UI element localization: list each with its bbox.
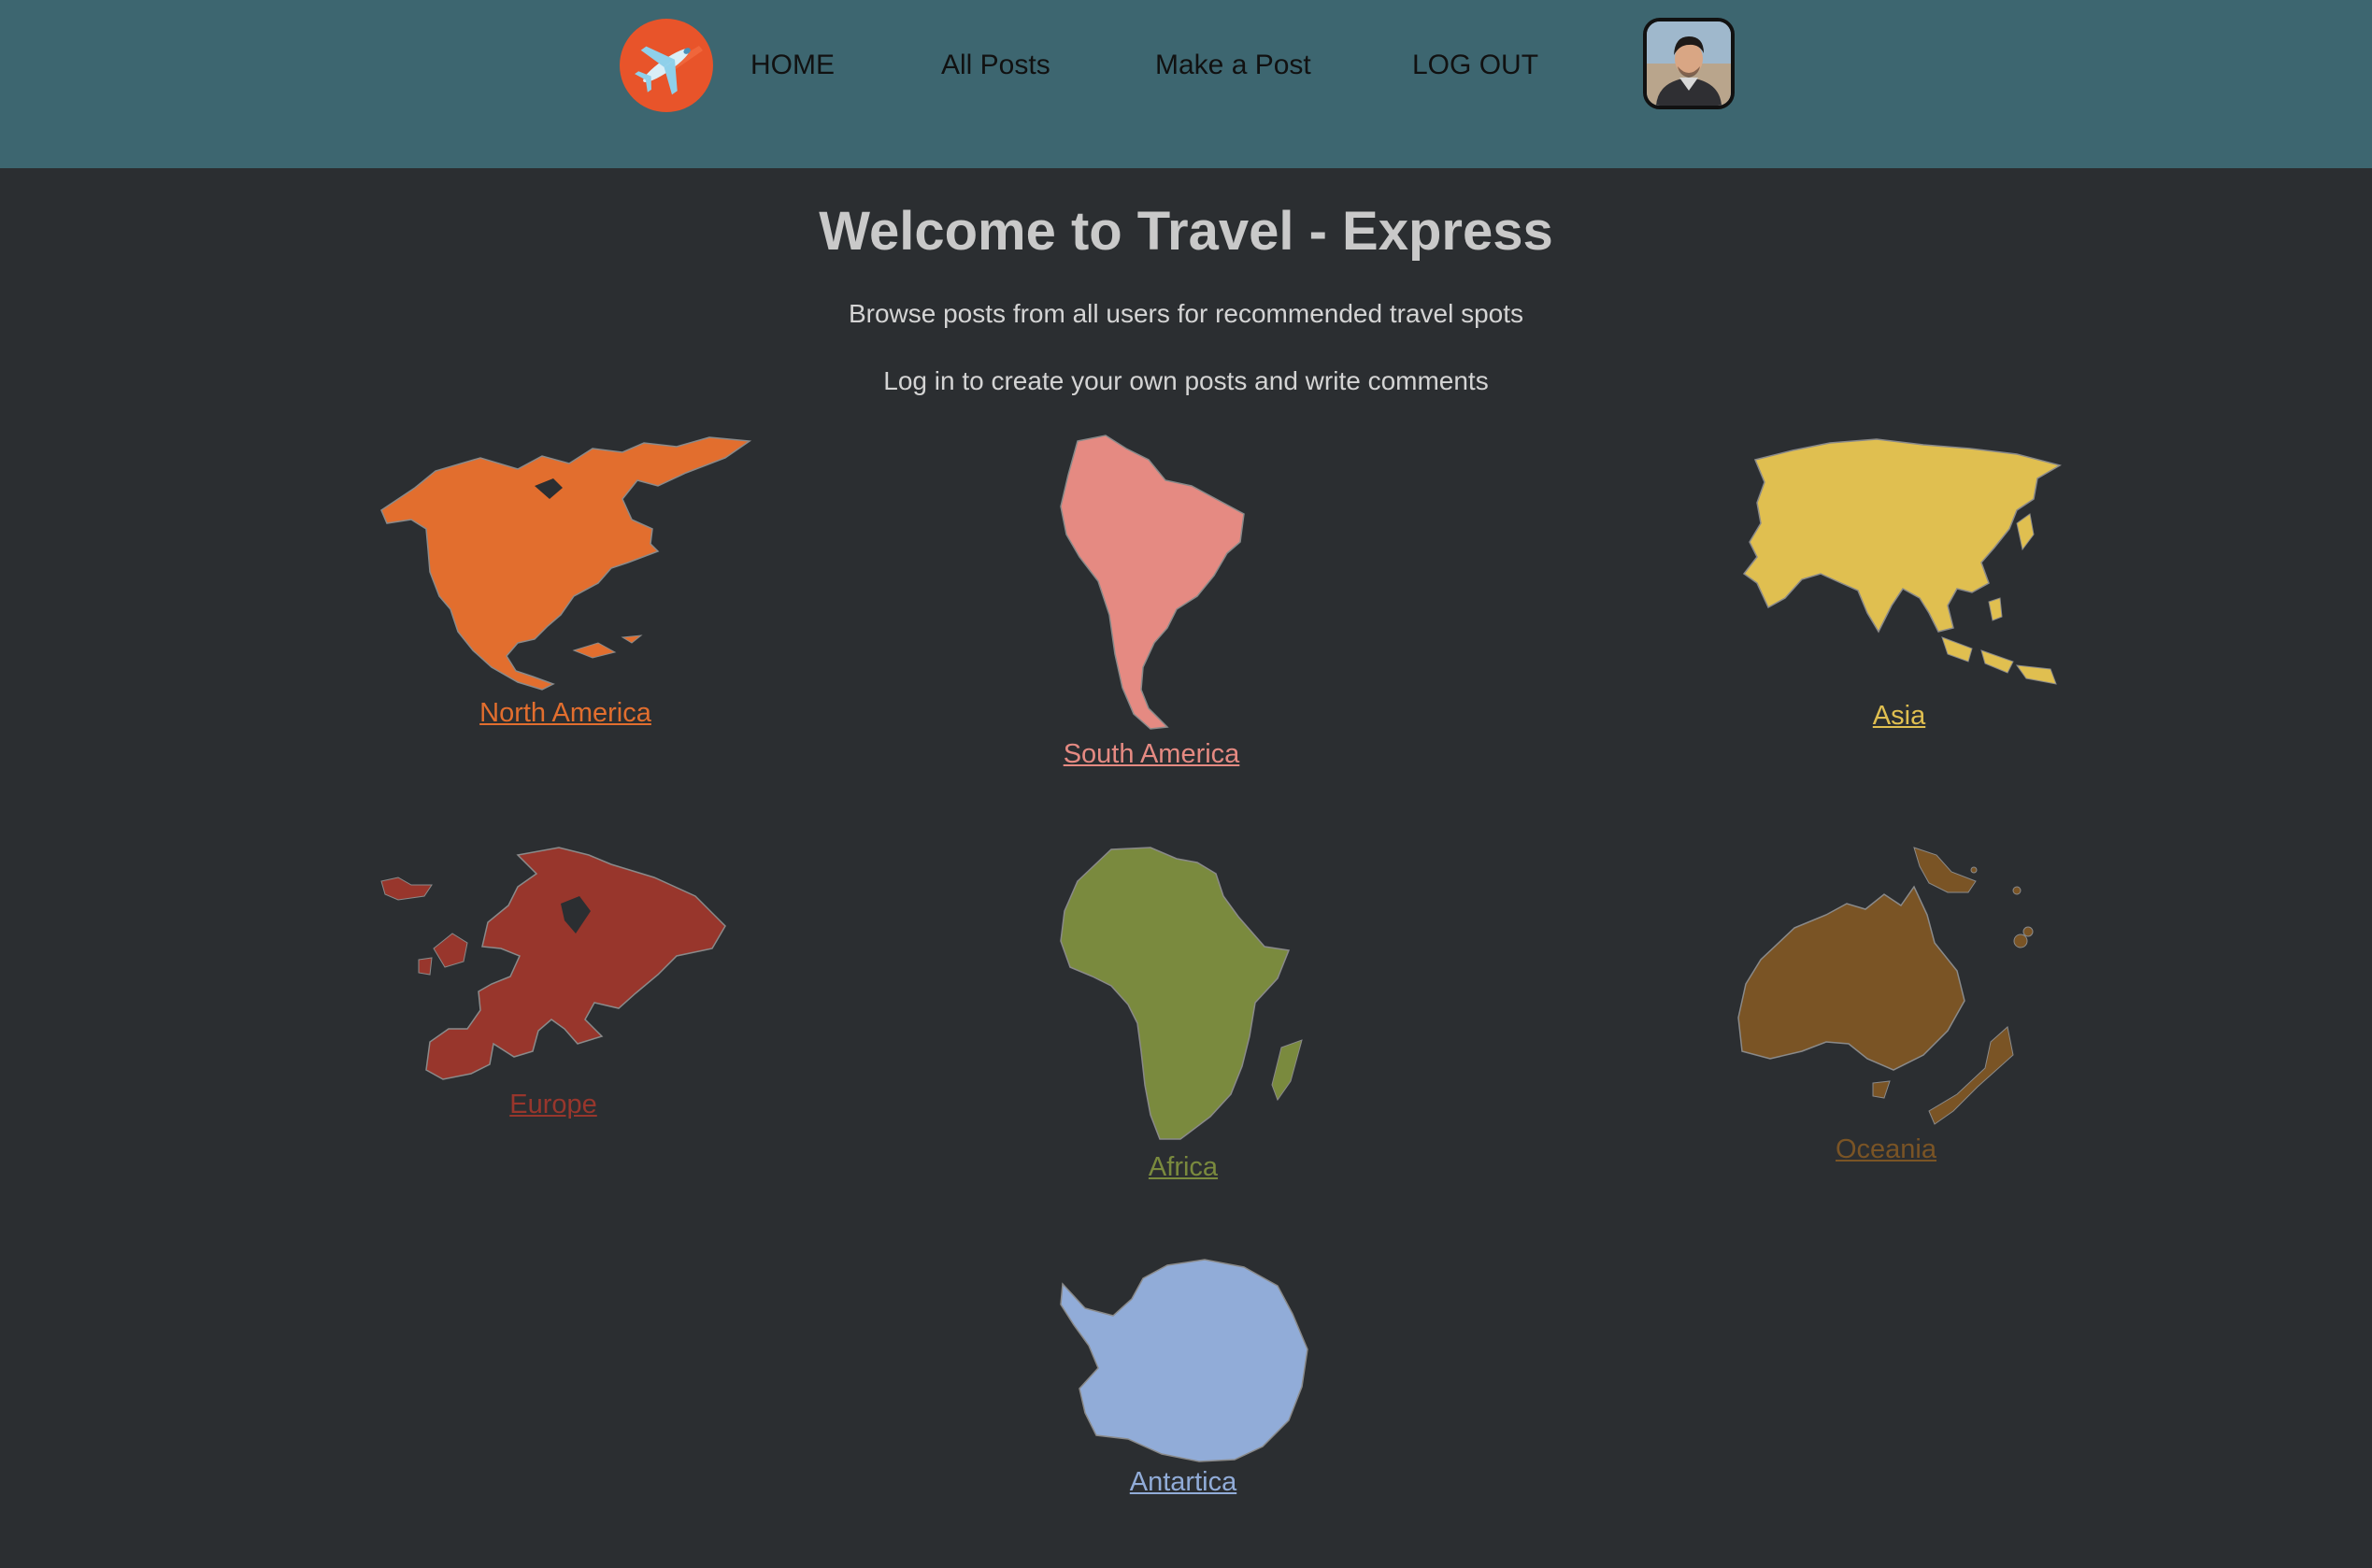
nav-logout-link[interactable]: LOG OUT [1412,45,1538,86]
airplane-logo-icon[interactable] [619,18,714,113]
africa-map-icon[interactable] [1057,844,1311,1145]
intro-text-browse: Browse posts from all users for recommen… [848,299,1524,328]
oceania-link[interactable]: Oceania [1836,1131,1936,1168]
europe-link[interactable]: Europe [509,1086,597,1123]
africa-link[interactable]: Africa [1149,1148,1218,1186]
antarctica-link[interactable]: Antartica [1130,1463,1236,1501]
south-america-link[interactable]: South America [1064,735,1240,773]
nav-all-posts-link[interactable]: All Posts [941,45,1050,86]
intro-text-login: Log in to create your own posts and writ… [883,366,1489,395]
north-america-map-icon[interactable] [378,432,753,693]
user-avatar[interactable] [1643,18,1735,109]
oceania-map-icon[interactable] [1736,844,2036,1128]
europe-map-icon[interactable] [378,844,729,1083]
page-title: Welcome to Travel - Express [819,201,1553,262]
antarctica-map-icon[interactable] [1057,1256,1311,1463]
asia-map-icon[interactable] [1736,434,2062,697]
asia-link[interactable]: Asia [1873,697,1925,734]
nav-home-link[interactable]: HOME [750,45,835,86]
north-america-link[interactable]: North America [479,694,651,732]
nav-make-post-link[interactable]: Make a Post [1155,45,1311,86]
south-america-map-icon[interactable] [1057,432,1246,733]
avatar-photo [1647,21,1731,106]
top-navigation-bar: HOME All Posts Make a Post LOG OUT [0,0,2372,168]
